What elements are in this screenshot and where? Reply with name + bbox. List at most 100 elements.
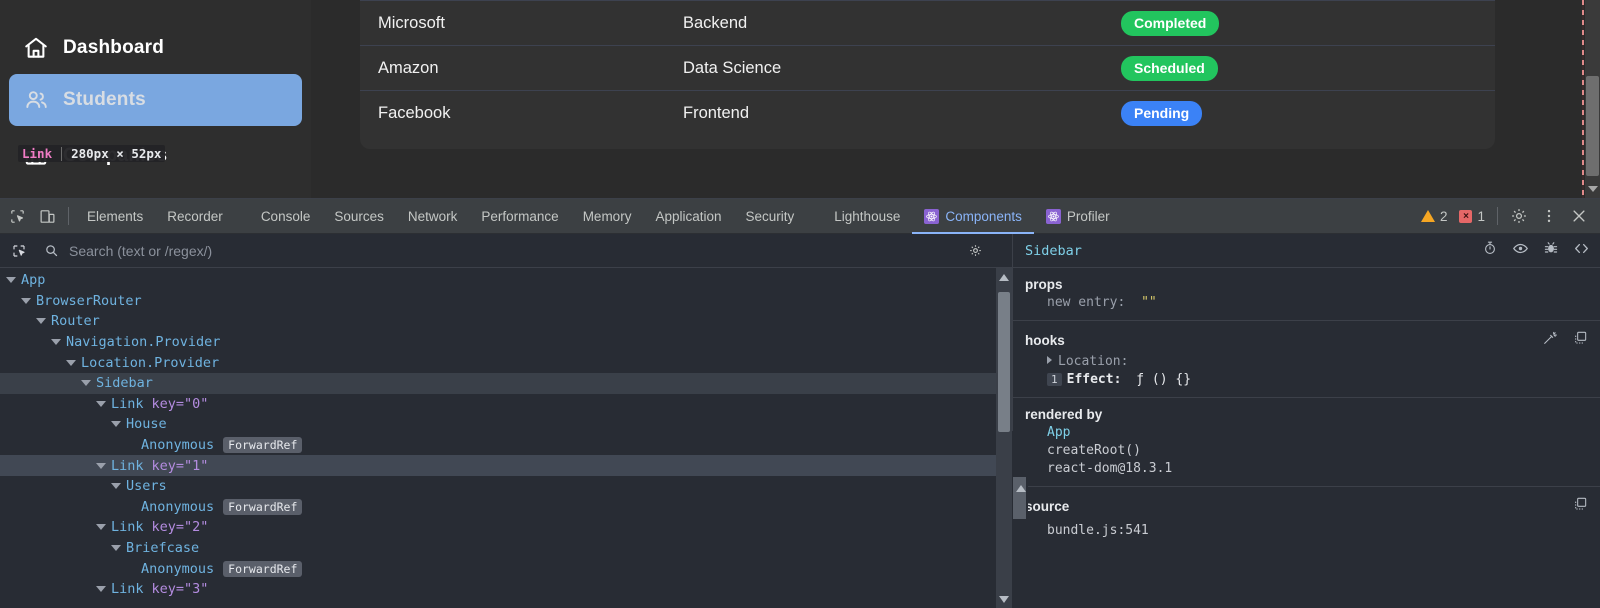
tree-scrollbar[interactable] (996, 268, 1012, 608)
tabbar-divider (68, 207, 69, 225)
tree-node[interactable]: Location.Provider (0, 352, 1012, 373)
sidebar-item-students[interactable]: Students (9, 74, 302, 126)
tree-node[interactable]: Briefcase (0, 538, 1012, 559)
chevron-down-icon[interactable] (66, 359, 76, 366)
table-row[interactable]: Facebook Frontend Pending (360, 90, 1495, 135)
eye-icon[interactable] (1512, 240, 1529, 262)
inspect-element-icon[interactable] (2, 201, 32, 231)
tree-node[interactable]: Link key="1" (0, 455, 1012, 476)
chevron-down-icon[interactable] (21, 297, 31, 304)
search-input[interactable] (69, 242, 960, 259)
react-icon (1045, 208, 1061, 224)
app-sidebar: Dashboard Students Com (0, 0, 311, 198)
tab-memory[interactable]: Memory (571, 199, 644, 234)
rendered-by-item-app[interactable]: App (1025, 422, 1588, 440)
table-row[interactable]: Microsoft Backend Completed (360, 0, 1495, 45)
tab-sources[interactable]: Sources (322, 199, 396, 234)
hook-row-effect[interactable]: 1 Effect: ƒ () {} (1025, 369, 1588, 387)
chevron-right-icon[interactable] (1047, 356, 1052, 364)
table-row[interactable]: Amazon Data Science Scheduled (360, 45, 1495, 90)
tree-node[interactable]: Navigation.Provider (0, 332, 1012, 353)
tab-network[interactable]: Network (396, 199, 470, 234)
source-section: source bundle.js:541 (1013, 487, 1600, 548)
chevron-down-icon[interactable] (81, 380, 91, 387)
magic-wand-icon[interactable] (1542, 330, 1558, 351)
page-scrollbar[interactable] (1584, 0, 1600, 198)
inspector-scrollbar[interactable] (1012, 431, 1028, 608)
chevron-down-icon[interactable] (96, 586, 106, 593)
source-header-icons (1572, 496, 1588, 517)
sidebar-item-dashboard[interactable]: Dashboard (9, 22, 302, 74)
tree-node[interactable]: Anonymous ForwardRef (0, 435, 1012, 456)
rendered-by-header: rendered by (1025, 407, 1588, 422)
chevron-down-icon[interactable] (96, 524, 106, 531)
tab-profiler[interactable]: Profiler (1034, 199, 1122, 234)
cell-role: Backend (683, 13, 748, 32)
settings-gear-icon[interactable] (1504, 201, 1534, 231)
tab-lighthouse[interactable]: Lighthouse (822, 199, 912, 234)
tree-node-name: Link (111, 519, 144, 536)
chevron-down-icon[interactable] (36, 318, 46, 325)
users-icon (23, 87, 49, 113)
tree-scrollbar-thumb[interactable] (998, 292, 1010, 432)
tree-node-name: Navigation.Provider (66, 334, 221, 351)
tree-node[interactable]: App (0, 270, 1012, 291)
scroll-down-arrow-icon[interactable] (999, 596, 1009, 603)
tree-node-prop: key="1" (151, 457, 209, 474)
stopwatch-icon[interactable] (1482, 240, 1498, 261)
inspector-highlight-edge (1582, 0, 1584, 198)
error-count[interactable]: × 1 (1453, 209, 1491, 224)
code-icon[interactable] (1573, 240, 1590, 262)
tree-node[interactable]: House (0, 414, 1012, 435)
tree-node[interactable]: Users (0, 476, 1012, 497)
inspector-scrollbar-thumb[interactable] (1013, 477, 1026, 519)
tree-node[interactable]: Sidebar (0, 372, 1012, 394)
warning-count[interactable]: 2 (1415, 209, 1454, 224)
tab-application[interactable]: Application (643, 199, 733, 234)
source-value[interactable]: bundle.js:541 (1025, 517, 1588, 538)
props-row[interactable]: new entry: "" (1025, 292, 1588, 310)
tree-node-name: App (21, 272, 46, 289)
tree-node[interactable]: Router (0, 311, 1012, 332)
bug-icon[interactable] (1543, 240, 1559, 261)
tab-components[interactable]: Components (912, 199, 1034, 234)
more-options-icon[interactable] (1534, 201, 1564, 231)
hook-row-location[interactable]: Location: (1025, 351, 1588, 369)
inspector-scroll-up-arrow-icon[interactable] (1016, 485, 1026, 492)
tab-console[interactable]: Console (249, 199, 323, 234)
scroll-down-arrow-icon[interactable] (1588, 186, 1598, 192)
tree-node-name: Sidebar (96, 375, 153, 392)
tab-security[interactable]: Security (734, 199, 807, 234)
page-scrollbar-thumb[interactable] (1586, 76, 1599, 176)
component-inspector-pane: Sidebar props new entry: "" hooks Locati… (1012, 234, 1600, 608)
tree-node[interactable]: Link key="0" (0, 394, 1012, 415)
tree-node[interactable]: Anonymous ForwardRef (0, 497, 1012, 518)
tree-node-name: Users (126, 478, 167, 495)
chevron-down-icon[interactable] (6, 277, 16, 284)
copy-icon[interactable] (1572, 496, 1588, 517)
chevron-down-icon[interactable] (96, 400, 106, 407)
chevron-down-icon[interactable] (111, 483, 121, 490)
cell-role: Frontend (683, 103, 750, 122)
tree-settings-gear-icon[interactable] (960, 236, 990, 266)
copy-icon[interactable] (1572, 330, 1588, 351)
close-icon[interactable] (1564, 201, 1594, 231)
scroll-up-arrow-icon[interactable] (999, 274, 1009, 281)
device-toolbar-icon[interactable] (32, 201, 62, 231)
cell-company: Microsoft (378, 13, 445, 32)
select-component-icon[interactable] (4, 236, 34, 266)
tree-node-name: Link (111, 395, 144, 412)
tab-elements[interactable]: Elements (75, 199, 155, 234)
tab-recorder[interactable]: Recorder (155, 199, 235, 234)
tree-node[interactable]: Link key="2" (0, 517, 1012, 538)
chevron-down-icon[interactable] (111, 545, 121, 552)
chevron-down-icon[interactable] (111, 421, 121, 428)
chevron-down-icon[interactable] (96, 462, 106, 469)
tree-node[interactable]: BrowserRouter (0, 291, 1012, 312)
tree-node[interactable]: Anonymous ForwardRef (0, 558, 1012, 579)
chevron-down-icon[interactable] (51, 339, 61, 346)
tree-node[interactable]: Link key="3" (0, 579, 1012, 600)
props-title: props (1025, 277, 1063, 292)
search-field-wrap[interactable] (34, 242, 960, 259)
tab-performance[interactable]: Performance (469, 199, 570, 234)
